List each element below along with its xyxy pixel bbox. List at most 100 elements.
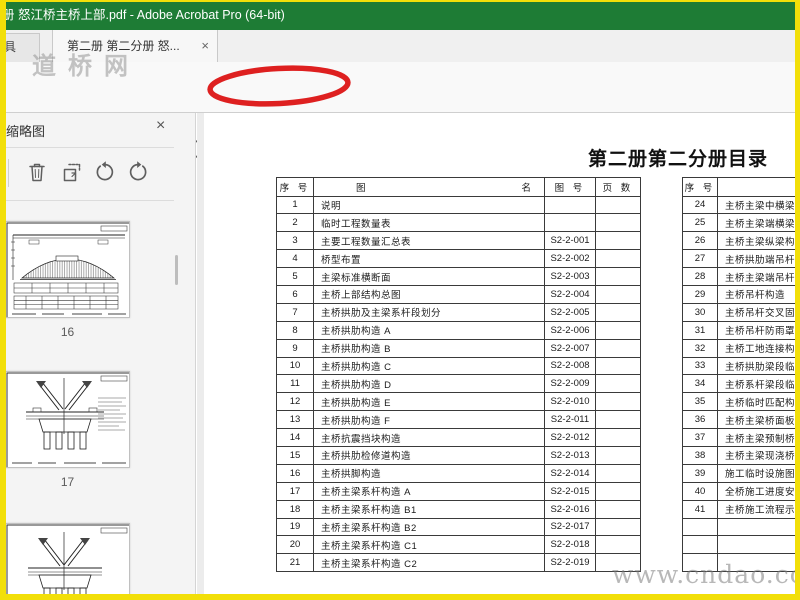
table-row: 25主桥主梁端横梁构造: [682, 213, 795, 233]
table-row: [682, 535, 795, 555]
table-cell: [595, 499, 641, 519]
table-cell: S2-2-014: [544, 463, 596, 483]
table-cell: [595, 284, 641, 304]
table-row: 14 主桥抗震挡块构造 S2-2-012: [276, 428, 641, 447]
table-cell: 主桥主梁现浇桥面板: [717, 445, 795, 465]
table-row: 31主桥吊杆防雨罩构造: [682, 320, 795, 340]
table-cell: [682, 517, 718, 537]
table-cell: 12: [276, 392, 314, 412]
rotate-clockwise-icon[interactable]: [127, 160, 151, 184]
table-row: 11 主桥拱肋构造 D S2-2-009: [276, 374, 641, 394]
thumbnail-page-number: 17: [60, 475, 75, 489]
table-row: 3 主要工程数量汇总表 S2-2-001: [276, 231, 641, 251]
table-cell: [595, 302, 641, 322]
table-cell: [595, 213, 641, 233]
table-row: 39 施工临时设施图: [682, 463, 795, 483]
table-row: 16 主桥拱脚构造 S2-2-014: [276, 463, 641, 483]
table-cell: [595, 428, 641, 447]
table-cell: 24: [682, 195, 718, 215]
table-row: 10 主桥拱肋构造 C S2-2-008: [276, 356, 641, 376]
panel-close-icon[interactable]: ×: [156, 117, 165, 135]
table-cell: 主桥主梁系杆构造 C2: [313, 553, 545, 573]
table-cell: 13: [276, 410, 314, 430]
table-cell: [595, 338, 641, 358]
table-cell: 主桥抗震挡块构造: [313, 428, 545, 447]
table-row: 26主桥主梁纵梁构造: [682, 231, 795, 251]
table-cell: 主桥主梁系杆构造 A: [313, 481, 545, 501]
table-cell: [595, 356, 641, 376]
table-cell: 主桥主梁端横梁构造: [717, 213, 795, 233]
table-cell: 20: [276, 535, 314, 555]
page-thumbnail-17[interactable]: [5, 371, 130, 468]
table-cell: 主桥拱肋构造 A: [313, 320, 545, 340]
table-row: 35主桥临时匹配构造: [682, 392, 795, 412]
table-cell: 主桥主梁系杆构造 C1: [313, 535, 545, 555]
table-cell: S2-2-005: [544, 302, 596, 322]
table-cell: 39: [682, 463, 718, 483]
table-cell: 全桥施工进度安排: [717, 481, 795, 501]
rotate-counterclockwise-icon[interactable]: [92, 160, 116, 184]
table-cell: S2-2-011: [544, 410, 596, 430]
table-row: 6 主桥上部结构总图 S2-2-004: [276, 284, 641, 304]
table-cell: 30: [682, 302, 718, 322]
table-row: 24主桥主梁中横梁构造: [682, 195, 795, 215]
table-row: 40全桥施工进度安排: [682, 481, 795, 501]
col-header-name: 图: [717, 177, 795, 197]
table-cell: 主桥主梁系杆构造 B1: [313, 499, 545, 519]
close-tab-icon[interactable]: ×: [201, 30, 209, 62]
table-row: 1 说明: [276, 195, 641, 215]
table-cell: 主梁标准横断面: [313, 267, 545, 286]
page-thumbnail-16[interactable]: [5, 221, 130, 318]
table-cell: S2-2-001: [544, 231, 596, 251]
table-cell: 35: [682, 392, 718, 412]
table-cell: [717, 517, 795, 537]
table-cell: [544, 195, 596, 215]
table-cell: S2-2-002: [544, 249, 596, 269]
thumbnails-panel: 缩略图 × 16 17: [0, 113, 196, 600]
table-cell: 临时工程数量表: [313, 213, 545, 233]
page-thumbnail-18[interactable]: [5, 523, 130, 600]
acrobat-window: 册 怒江桥主桥上部.pdf - Adobe Acrobat Pro (64-bi…: [0, 0, 800, 600]
table-cell: 主桥拱肋构造 E: [313, 392, 545, 412]
page-title: 第二册第二分册目录: [588, 149, 769, 170]
table-row: 36主桥主梁桥面板构造: [682, 410, 795, 430]
col-header-no: 序 号: [276, 177, 314, 197]
delete-page-icon[interactable]: [25, 160, 49, 184]
col-header-no: 序 号: [682, 177, 718, 197]
table-row: 15 主桥拱肋检修道构造 S2-2-013: [276, 445, 641, 465]
table-cell: 25: [682, 213, 718, 233]
table-cell: S2-2-009: [544, 374, 596, 394]
table-cell: S2-2-019: [544, 553, 596, 573]
table-cell: 18: [276, 499, 314, 519]
table-cell: 15: [276, 445, 314, 465]
table-cell: 5: [276, 267, 314, 286]
table-cell: 主桥施工流程示意图: [717, 499, 795, 519]
table-cell: 施工临时设施图: [717, 463, 795, 483]
table-cell: S2-2-007: [544, 338, 596, 358]
table-row: 5 主梁标准横断面 S2-2-003: [276, 267, 641, 286]
table-row: 13 主桥拱肋构造 F S2-2-011: [276, 410, 641, 430]
watermark-top-left: 道桥网: [32, 51, 140, 80]
table-cell: [595, 374, 641, 394]
table-row: 21 主桥主梁系杆构造 C2 S2-2-019: [276, 553, 641, 573]
table-cell: 29: [682, 284, 718, 304]
table-cell: 28: [682, 267, 718, 286]
table-cell: 3: [276, 231, 314, 251]
table-cell: 主桥拱肋梁段临时: [717, 356, 795, 376]
frame-border: [0, 594, 800, 600]
table-cell: [595, 535, 641, 555]
table-row: 37主桥主梁预制桥面板: [682, 428, 795, 447]
table-cell: 21: [276, 553, 314, 573]
table-cell: [682, 535, 718, 555]
table-cell: 主桥主梁端吊杆构造: [717, 267, 795, 286]
table-cell: 主桥拱肋检修道构造: [313, 445, 545, 465]
table-cell: 主桥拱肋构造 C: [313, 356, 545, 376]
table-row: 7 主桥拱肋及主梁系杆段划分 S2-2-005: [276, 302, 641, 322]
table-row: 30主桥吊杆交叉固定处: [682, 302, 795, 322]
table-cell: 主桥拱肋构造 F: [313, 410, 545, 430]
resize-pages-icon[interactable]: [60, 160, 84, 184]
panel-scrollbar[interactable]: [175, 255, 178, 285]
table-cell: 说明: [313, 195, 545, 215]
table-cell: 11: [276, 374, 314, 394]
table-cell: S2-2-008: [544, 356, 596, 376]
